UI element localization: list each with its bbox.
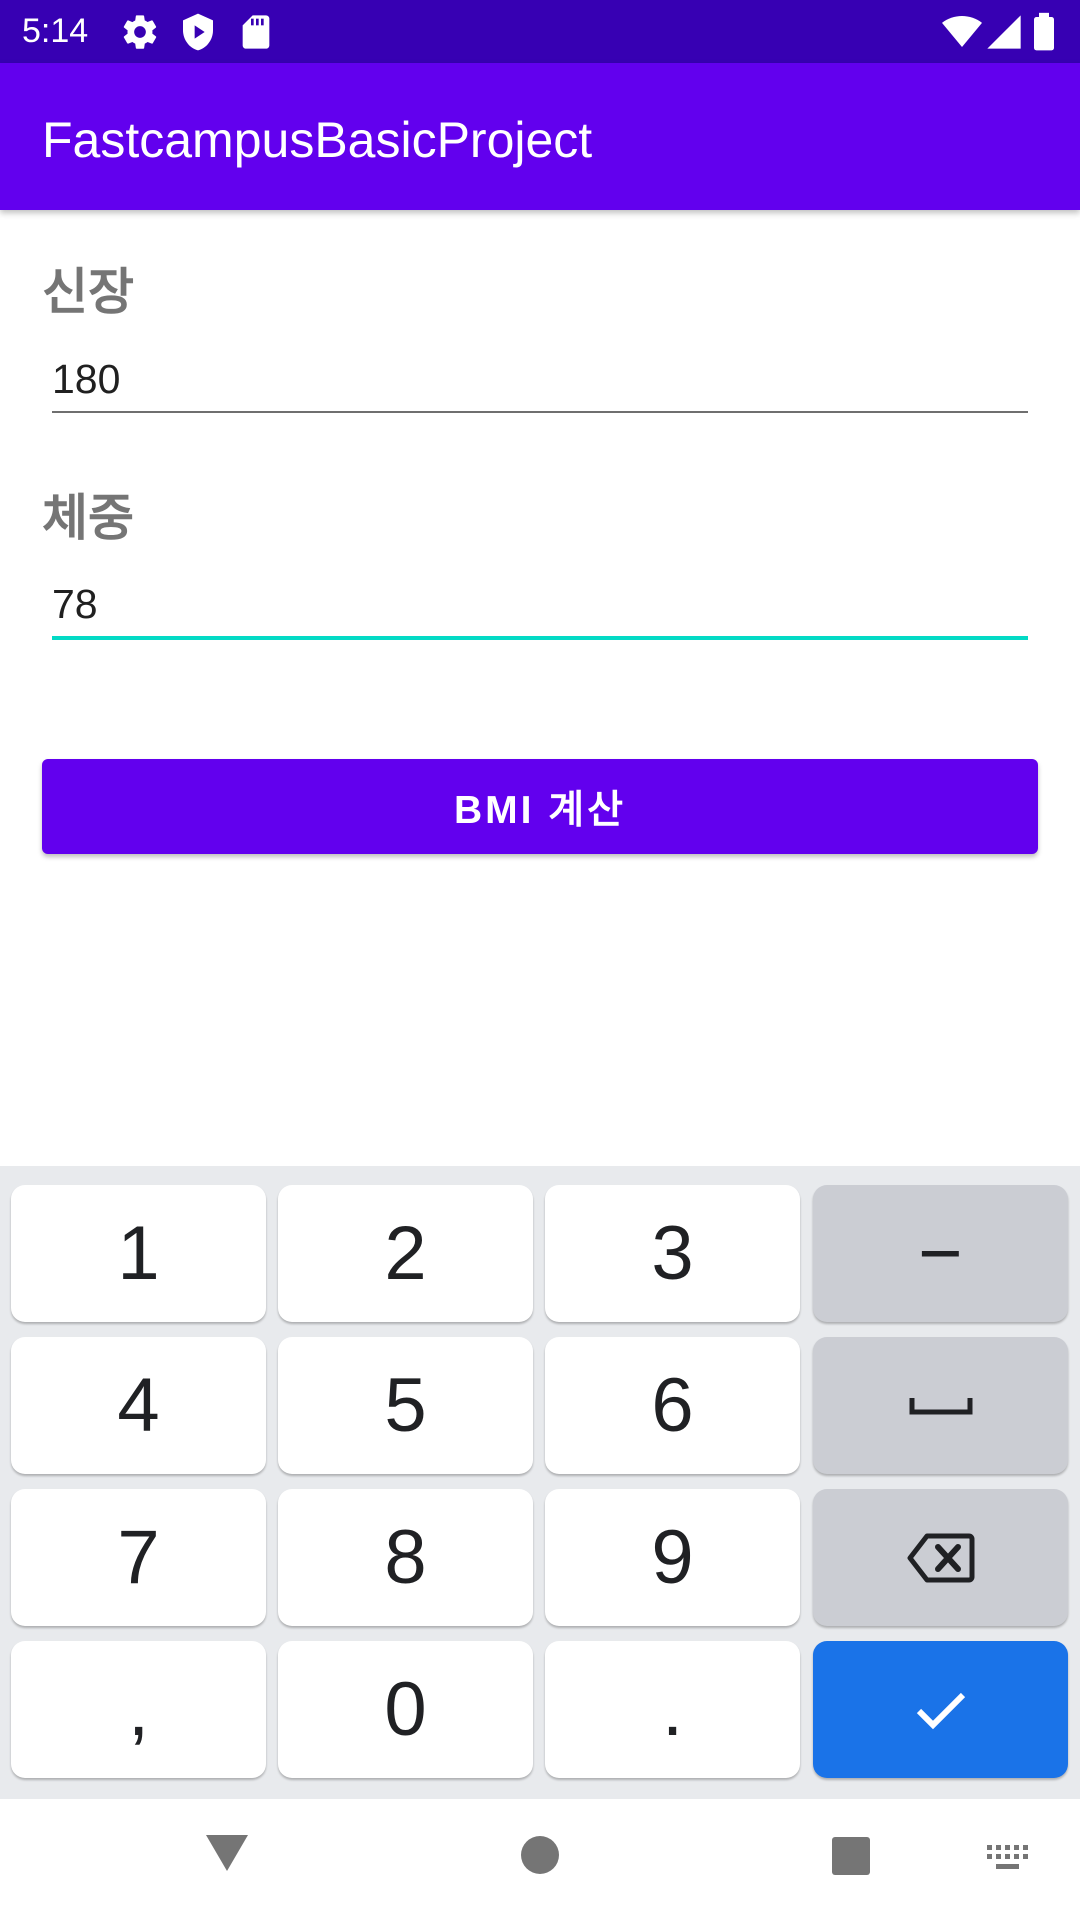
app-bar: FastcampusBasicProject — [0, 63, 1080, 210]
backspace-icon — [907, 1533, 974, 1582]
navigation-bar — [0, 1799, 1080, 1920]
status-time: 5:14 — [22, 12, 89, 50]
space-icon — [909, 1397, 972, 1414]
status-bar: 5:14 — [0, 0, 1080, 63]
key-7[interactable]: 7 — [11, 1489, 266, 1626]
height-label: 신장 — [42, 263, 134, 321]
wifi-icon — [942, 16, 982, 47]
recents-icon[interactable] — [831, 1836, 871, 1876]
key-minus[interactable]: − — [813, 1185, 1068, 1322]
key-1[interactable]: 1 — [11, 1185, 266, 1322]
key-comma[interactable]: , — [11, 1641, 266, 1778]
numeric-keyboard: 1 2 3 − 4 5 6 7 8 9 , 0 . — [0, 1166, 1080, 1799]
bmi-calculate-button[interactable]: BMI 계산 — [42, 759, 1038, 854]
keyboard-icon[interactable] — [987, 1845, 1029, 1873]
key-2[interactable]: 2 — [278, 1185, 533, 1322]
weight-label: 체중 — [42, 489, 134, 547]
home-icon[interactable] — [520, 1835, 560, 1875]
key-8[interactable]: 8 — [278, 1489, 533, 1626]
weight-input-underline — [52, 636, 1028, 640]
battery-icon — [1034, 12, 1054, 51]
key-6[interactable]: 6 — [545, 1337, 800, 1474]
shield-icon — [183, 13, 213, 51]
key-backspace[interactable] — [813, 1489, 1068, 1626]
key-done[interactable] — [813, 1641, 1068, 1778]
key-9[interactable]: 9 — [545, 1489, 800, 1626]
key-3[interactable]: 3 — [545, 1185, 800, 1322]
key-0[interactable]: 0 — [278, 1641, 533, 1778]
back-icon[interactable] — [204, 1833, 250, 1873]
gear-icon — [123, 15, 157, 49]
key-4[interactable]: 4 — [11, 1337, 266, 1474]
key-period[interactable]: . — [545, 1641, 800, 1778]
key-5[interactable]: 5 — [278, 1337, 533, 1474]
key-space[interactable] — [813, 1337, 1068, 1474]
weight-input[interactable] — [52, 569, 1028, 639]
signal-icon — [987, 15, 1021, 49]
sd-card-icon — [242, 15, 270, 49]
height-input[interactable] — [52, 344, 1028, 414]
app-title: FastcampusBasicProject — [42, 112, 593, 168]
check-icon — [916, 1692, 965, 1729]
height-input-underline — [52, 411, 1028, 413]
